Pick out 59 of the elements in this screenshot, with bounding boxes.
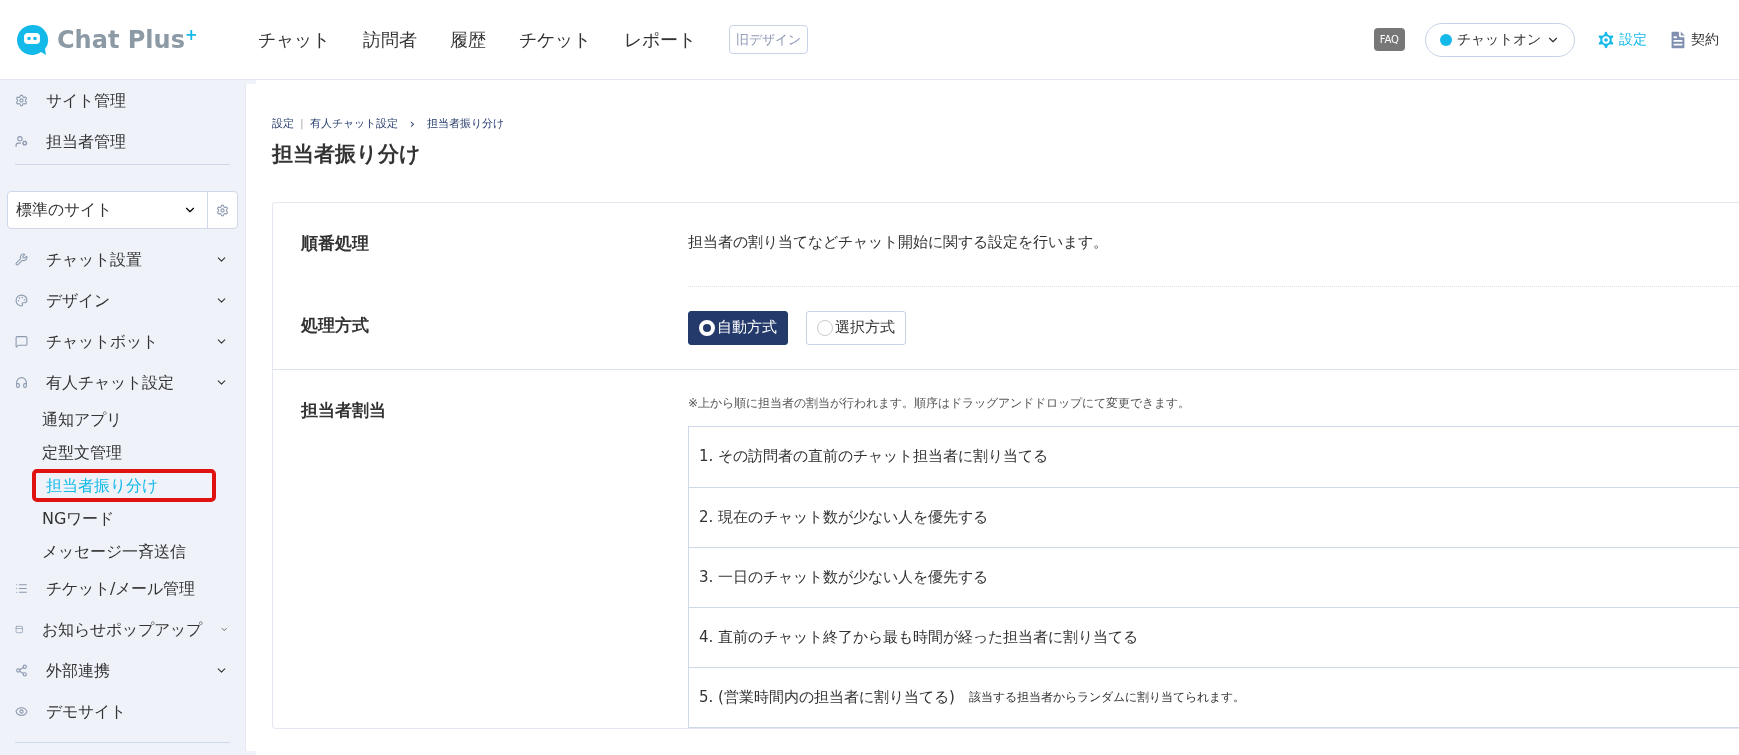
share-icon bbox=[15, 664, 28, 677]
item-text: 5. (営業時間内の担当者に割り当てる) bbox=[699, 686, 955, 708]
list-icon bbox=[15, 582, 28, 595]
faq-button[interactable]: FAQ bbox=[1373, 28, 1405, 51]
priority-list-item[interactable]: 5. (営業時間内の担当者に割り当てる) 該当する担当者からランダムに割り当てられます。 bbox=[689, 666, 1739, 727]
page-title: 担当者振り分け bbox=[272, 140, 422, 168]
item-text: 1. その訪問者の直前のチャット担当者に割り当てる bbox=[699, 446, 1049, 468]
item-text: 4. 直前のチャット終了から最も時間が経った担当者に割り当てる bbox=[699, 626, 1139, 648]
item-text: 3. 一日のチャット数が少ない人を優先する bbox=[699, 566, 989, 588]
gear-icon bbox=[1595, 28, 1617, 51]
sidebar-subitem[interactable]: 定型文管理 bbox=[32, 436, 216, 469]
headset-icon bbox=[15, 376, 28, 389]
priority-list-item[interactable]: 4. 直前のチャット終了から最も時間が経った担当者に割り当てる bbox=[689, 606, 1739, 667]
sidebar-item[interactable]: 外部連携 bbox=[7, 650, 238, 691]
gear-icon bbox=[15, 94, 28, 107]
radio-option[interactable]: 選択方式 bbox=[806, 310, 906, 345]
section-label: 担当者割当 bbox=[299, 398, 387, 422]
sidebar-item[interactable]: デザイン bbox=[7, 280, 238, 321]
nav-link[interactable]: レポート bbox=[624, 26, 696, 53]
sidebar-item[interactable]: サイト管理 bbox=[7, 80, 238, 121]
hint-text: ※上から順に担当者の割当が行われます。順序はドラッグアンドドロップにて変更できます。 bbox=[688, 394, 1192, 412]
section-label: 処理方式 bbox=[300, 313, 370, 337]
breadcrumb-arrow: › bbox=[408, 115, 416, 133]
item-text: 2. 現在のチャット数が少ない人を優先する bbox=[699, 506, 989, 528]
sidebar-item[interactable]: お知らせポップアップ bbox=[7, 609, 238, 650]
sidebar-subitem[interactable]: 通知アプリ bbox=[32, 403, 216, 436]
nav-link[interactable]: 訪問者 bbox=[363, 26, 417, 53]
user-gear-icon bbox=[15, 135, 28, 148]
breadcrumb-separator: | bbox=[300, 115, 304, 132]
window-icon bbox=[15, 623, 24, 636]
sidebar-subitem[interactable]: メッセージ一斉送信 bbox=[32, 535, 216, 568]
nav-link[interactable]: 履歴 bbox=[450, 26, 486, 53]
site-select[interactable]: 標準のサイト bbox=[7, 191, 238, 229]
scrollbar[interactable] bbox=[245, 84, 256, 751]
tools-icon bbox=[15, 253, 28, 266]
priority-list-item[interactable]: 3. 一日のチャット数が少ない人を優先する bbox=[689, 546, 1739, 607]
section-description: 担当者の割り当てなどチャット開始に関する設定を行います。 bbox=[688, 232, 1109, 253]
item-note: 該当する担当者からランダムに割り当てられます。 bbox=[968, 689, 1245, 706]
sidebar-item[interactable]: チャットボット bbox=[7, 321, 238, 362]
breadcrumb-link[interactable]: 有人チャット設定 bbox=[309, 115, 398, 132]
palette-icon bbox=[15, 294, 28, 307]
priority-list-item[interactable]: 2. 現在のチャット数が少ない人を優先する bbox=[689, 486, 1739, 547]
sidebar-item[interactable]: デモサイト bbox=[7, 691, 238, 732]
section-label: 順番処理 bbox=[300, 232, 370, 255]
sidebar-item[interactable]: チャット設置 bbox=[7, 239, 238, 280]
sidebar-subitem[interactable]: NGワード bbox=[32, 502, 216, 535]
eye-icon bbox=[15, 705, 28, 718]
sidebar-item[interactable]: 有人チャット設定 bbox=[7, 362, 238, 403]
breadcrumb-link[interactable]: 担当者振り分け bbox=[426, 115, 504, 132]
contract-link[interactable]: 契約 bbox=[1667, 28, 1719, 51]
sidebar-item[interactable]: チケット/メール管理 bbox=[7, 568, 238, 609]
gear-icon bbox=[216, 203, 229, 217]
nav-link[interactable]: チャット bbox=[258, 26, 330, 53]
nav-link[interactable]: チケット bbox=[519, 26, 591, 53]
sidebar-item[interactable]: 担当者管理 bbox=[7, 121, 238, 162]
priority-list-item[interactable]: 1. その訪問者の直前のチャット担当者に割り当てる bbox=[689, 426, 1739, 487]
breadcrumb-link[interactable]: 設定 bbox=[272, 115, 294, 132]
radio-option[interactable]: 自動方式 bbox=[688, 310, 788, 345]
chat-bubble-logo-icon bbox=[15, 22, 49, 57]
